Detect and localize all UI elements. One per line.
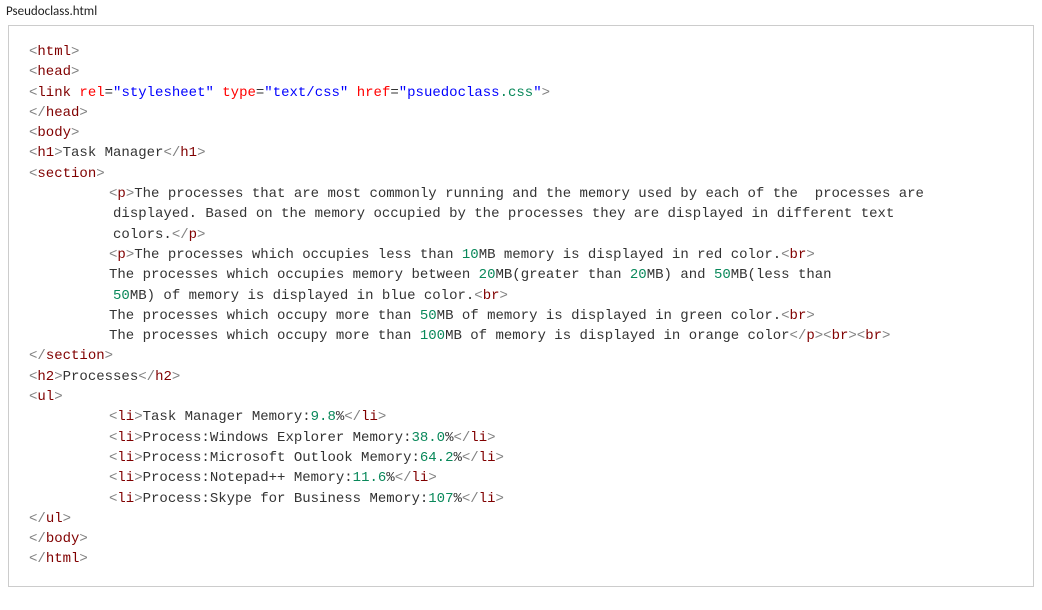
code-block: <html> <head> <link rel="stylesheet" typ… — [29, 42, 1013, 570]
p2-line1-b: MB memory is displayed in red color. — [479, 247, 781, 263]
li1-a: Task Manager Memory: — [143, 409, 311, 425]
li5-a: Process:Skype for Business Memory: — [143, 491, 429, 507]
p2-line4-b: MB of memory is displayed in orange colo… — [445, 328, 789, 344]
p2-line3-a: The processes which occupy more than — [109, 308, 420, 324]
li3-a: Process:Microsoft Outlook Memory: — [143, 450, 420, 466]
li3-b: % — [453, 450, 461, 466]
p2-line1-a: The processes which occupies less than — [134, 247, 462, 263]
li3-num: 64.2 — [420, 450, 454, 466]
p2-line3-b: MB of memory is displayed in green color… — [437, 308, 781, 324]
link-href-prefix: psuedoclass — [407, 85, 499, 101]
link-type: text/css — [273, 85, 340, 101]
h1-text: Task Manager — [63, 145, 164, 161]
p2-line2-a: The processes which occupies memory betw… — [109, 267, 479, 283]
li5-b: % — [454, 491, 462, 507]
p2-line2-c: MB) and — [647, 267, 714, 283]
link-href-suffix: .css — [500, 85, 534, 101]
p1-text: The processes that are most commonly run… — [29, 186, 924, 243]
p2-line3-num: 50 — [420, 308, 437, 324]
li2-num: 38.0 — [411, 430, 445, 446]
p2-line2-num2: 20 — [630, 267, 647, 283]
li4-a: Process:Notepad++ Memory: — [143, 470, 353, 486]
p2-line4-a: The processes which occupy more than — [109, 328, 420, 344]
p2-line2-b: MB(greater than — [495, 267, 629, 283]
filename-label: Pseudoclass.html — [0, 0, 1042, 25]
p2-line4-num: 100 — [420, 328, 445, 344]
p2-line1-num: 10 — [462, 247, 479, 263]
link-rel: stylesheet — [121, 85, 205, 101]
p2-line2-num3: 50 — [714, 267, 731, 283]
h2-text: Processes — [63, 369, 139, 385]
code-container: <html> <head> <link rel="stylesheet" typ… — [8, 25, 1034, 587]
li2-a: Process:Windows Explorer Memory: — [143, 430, 412, 446]
p2-line2-e: MB) of memory is displayed in blue color… — [130, 288, 474, 304]
p2-line2-num4: 50 — [113, 288, 130, 304]
li4-b: % — [386, 470, 394, 486]
p2-line2-d: MB(less than — [731, 267, 840, 283]
p2-line2-num1: 20 — [479, 267, 496, 283]
li1-num: 9.8 — [311, 409, 336, 425]
li5-num: 107 — [428, 491, 453, 507]
li4-num: 11.6 — [353, 470, 387, 486]
